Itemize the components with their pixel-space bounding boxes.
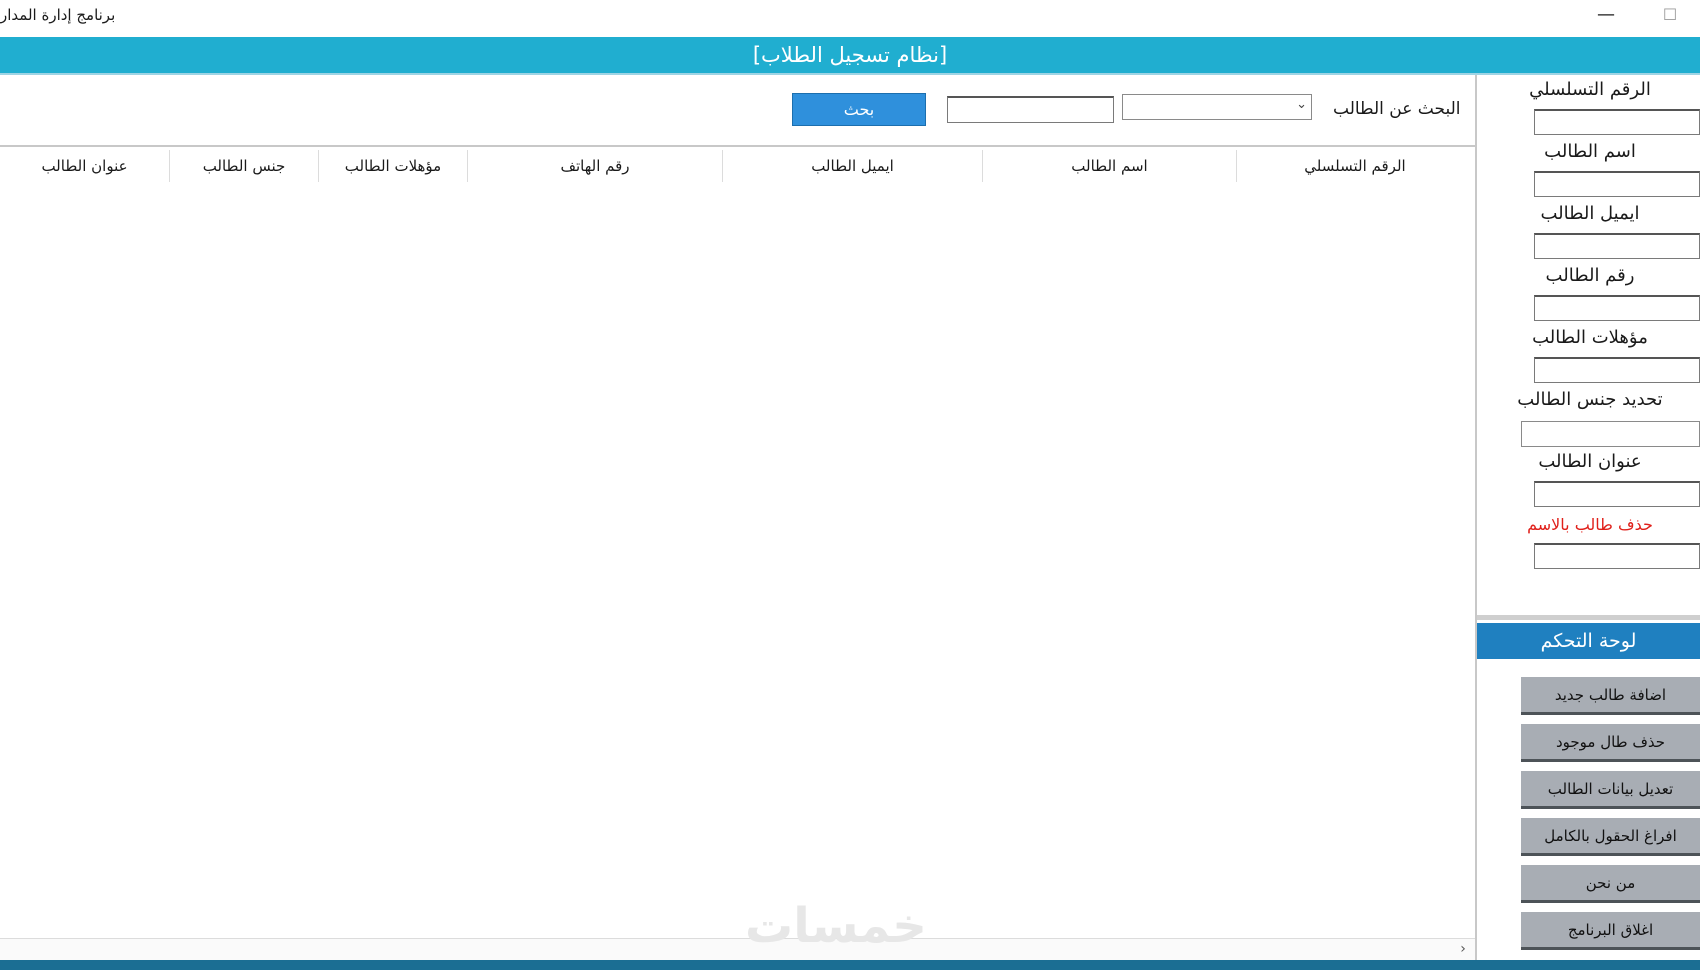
delete-by-name-input[interactable]	[1534, 543, 1700, 569]
bottom-bar	[0, 960, 1700, 970]
clear-fields-button[interactable]: افراغ الحقول بالكامل	[1521, 818, 1700, 856]
search-button[interactable]: بحث	[792, 93, 926, 126]
address-input[interactable]	[1534, 481, 1700, 507]
column-header-address[interactable]: عنوان الطالب	[0, 150, 169, 182]
search-field-select[interactable]: ⌄	[1122, 94, 1312, 120]
column-header-email[interactable]: ايميل الطالب	[722, 150, 982, 182]
label-name: اسم الطالب	[1544, 141, 1636, 162]
window-titlebar	[0, 0, 1700, 34]
label-qualifications: مؤهلات الطالب	[1532, 327, 1648, 348]
window-title: برنامج إدارة المدار	[0, 6, 116, 24]
column-header-name[interactable]: اسم الطالب	[982, 150, 1236, 182]
control-panel-title: لوحة التحكم	[1477, 623, 1700, 659]
edit-student-button[interactable]: تعديل بيانات الطالب	[1521, 771, 1700, 809]
column-header-qualifications[interactable]: مؤهلات الطالب	[318, 150, 467, 182]
column-header-serial[interactable]: الرقم التسلسلي	[1236, 150, 1473, 182]
search-input[interactable]	[947, 96, 1114, 123]
header-bar: [نظام تسجيل الطلاب]	[0, 37, 1700, 75]
about-us-button[interactable]: من نحن	[1521, 865, 1700, 903]
delete-student-button[interactable]: حذف طال موجود	[1521, 724, 1700, 762]
students-grid[interactable]	[0, 148, 1475, 938]
page-title: [نظام تسجيل الطلاب]	[752, 43, 948, 67]
chevron-right-icon[interactable]: ›	[1452, 938, 1474, 960]
add-student-button[interactable]: اضافة طالب جديد	[1521, 677, 1700, 715]
chevron-down-icon: ⌄	[1296, 97, 1307, 112]
email-input[interactable]	[1534, 233, 1700, 259]
label-serial: الرقم التسلسلي	[1529, 79, 1651, 100]
name-input[interactable]	[1534, 171, 1700, 197]
minimize-button[interactable]: —	[1592, 2, 1620, 28]
label-phone: رقم الطالب	[1545, 265, 1635, 286]
label-email: ايميل الطالب	[1540, 203, 1640, 224]
close-program-button[interactable]: اغلاق البرنامج	[1521, 912, 1700, 950]
horizontal-scrollbar[interactable]	[0, 938, 1475, 961]
label-delete-by-name: حذف طالب بالاسم	[1527, 515, 1653, 534]
phone-input[interactable]	[1534, 295, 1700, 321]
search-label: البحث عن الطالب	[1333, 99, 1461, 119]
column-header-phone[interactable]: رقم الهاتف	[467, 150, 722, 182]
watermark: خمسات	[745, 898, 927, 954]
serial-input[interactable]	[1534, 109, 1700, 135]
maximize-button[interactable]: ☐	[1656, 2, 1684, 28]
label-address: عنوان الطالب	[1538, 451, 1642, 472]
column-header-gender[interactable]: جنس الطالب	[169, 150, 318, 182]
qualifications-input[interactable]	[1534, 357, 1700, 383]
panel-separator	[1477, 615, 1700, 620]
panel-divider	[1475, 75, 1477, 960]
label-gender: تحديد جنس الطالب	[1517, 389, 1663, 410]
gender-select[interactable]	[1521, 421, 1700, 447]
